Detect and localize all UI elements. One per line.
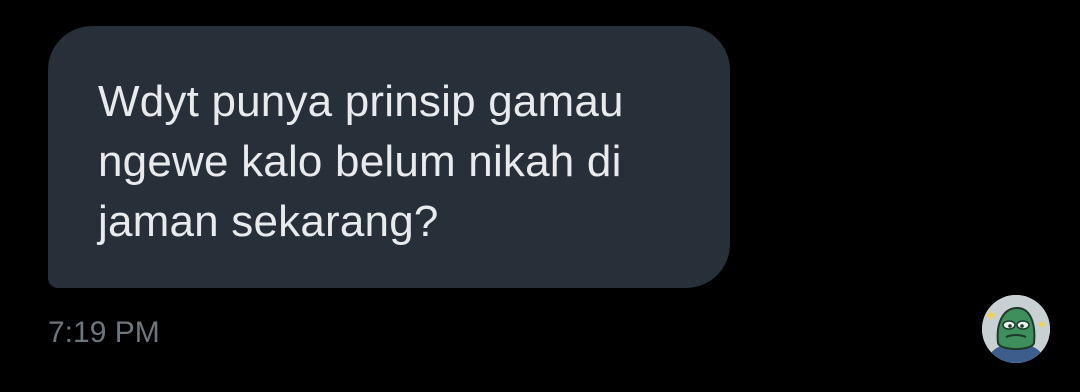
green-cartoon-avatar-icon xyxy=(982,295,1050,363)
message-bubble[interactable]: Wdyt punya prinsip gamau ngewe kalo belu… xyxy=(48,26,730,288)
message-line: ngewe kalo belum nikah di xyxy=(98,137,622,186)
message-line: Wdyt punya prinsip gamau xyxy=(98,77,624,126)
message-timestamp: 7:19 PM xyxy=(48,316,160,349)
message-text: Wdyt punya prinsip gamau ngewe kalo belu… xyxy=(98,72,690,252)
message-line: jaman sekarang? xyxy=(98,197,439,246)
avatar[interactable] xyxy=(982,295,1050,363)
